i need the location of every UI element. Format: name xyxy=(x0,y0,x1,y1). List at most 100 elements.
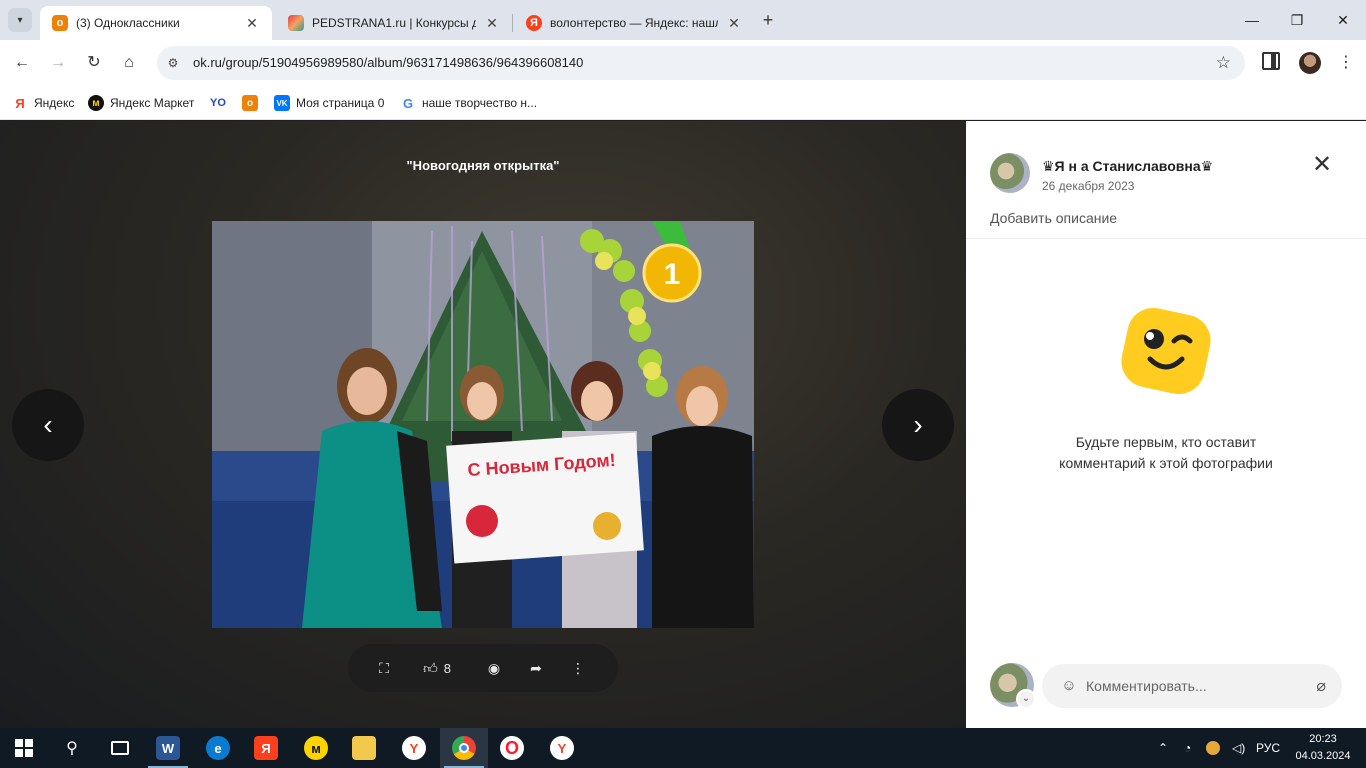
bookmark-label: Яндекс Маркет xyxy=(110,96,195,110)
bookmark-yandex[interactable]: Я Яндекс xyxy=(12,93,74,113)
reload-button[interactable]: ↻ xyxy=(82,51,106,75)
tab-title: (3) Одноклассники xyxy=(76,16,180,30)
side-panel-icon[interactable] xyxy=(1262,52,1280,70)
tray-language[interactable]: РУС xyxy=(1256,728,1280,768)
search-icon: ⚲ xyxy=(66,740,78,757)
close-icon: ✕ xyxy=(1311,151,1333,178)
taskbar-yandex-browser[interactable]: Y xyxy=(390,728,438,768)
start-button[interactable] xyxy=(0,728,48,768)
yandex-icon: Я xyxy=(254,736,278,760)
profile-avatar[interactable] xyxy=(1299,52,1321,74)
more-vertical-icon: ⋮ xyxy=(571,659,585,676)
photo[interactable]: 1 С Новым Годом! xyxy=(212,221,754,628)
taskbar-edge[interactable]: e xyxy=(194,728,242,768)
folder-icon xyxy=(352,736,376,760)
taskbar-file-explorer[interactable] xyxy=(340,728,388,768)
taskbar-word[interactable]: W xyxy=(144,728,192,768)
address-bar[interactable]: ⚙ ok.ru/group/51904956989580/album/96317… xyxy=(157,46,1245,80)
tab-pedstrana[interactable]: PEDSTRANA1.ru | Конкурсы дл ✕ xyxy=(276,6,512,40)
edge-icon: e xyxy=(206,736,230,760)
vk-icon: VK xyxy=(274,95,290,111)
restore-button[interactable]: ❐ xyxy=(1285,8,1309,32)
speaker-icon: ◁) xyxy=(1232,741,1246,755)
language-indicator: РУС xyxy=(1256,741,1281,755)
chevron-down-icon[interactable]: ⌄ xyxy=(1016,689,1036,709)
taskbar-yandex-browser-2[interactable]: Y xyxy=(538,728,586,768)
fullscreen-icon: ⛶ xyxy=(379,659,389,676)
tab-separator xyxy=(512,14,513,32)
bookmark-vk[interactable]: VK Моя страница 0 xyxy=(274,93,384,113)
taskbar-clock[interactable]: 20:23 04.03.2024 xyxy=(1288,731,1358,765)
minimize-button[interactable]: — xyxy=(1240,8,1264,32)
google-icon: G xyxy=(400,95,416,111)
more-options-button[interactable]: ⋮ xyxy=(556,644,600,692)
winking-emoji-icon xyxy=(1116,301,1216,401)
yandex-browser-icon: Y xyxy=(402,736,426,760)
windows-logo-icon xyxy=(15,739,33,757)
close-viewer-button[interactable]: ✕ xyxy=(1310,153,1334,177)
share-button[interactable]: ➦ xyxy=(516,644,556,692)
site-settings-icon[interactable]: ⚙ xyxy=(165,55,181,71)
new-tab-button[interactable]: + xyxy=(758,10,778,30)
clock-time: 20:23 xyxy=(1309,733,1337,745)
camera-button[interactable]: ◉ xyxy=(472,644,516,692)
bookmark-odnoklassniki[interactable]: о xyxy=(242,93,264,113)
browser-menu-icon[interactable]: ⋮ xyxy=(1336,53,1356,73)
home-button[interactable]: ⌂ xyxy=(117,51,141,75)
taskbar-opera[interactable]: O xyxy=(488,728,536,768)
attach-icon[interactable]: ⌀ xyxy=(1316,676,1326,696)
svg-text:1: 1 xyxy=(664,258,681,291)
taskbar-yandex-market[interactable]: м xyxy=(292,728,340,768)
yandex-icon: Я xyxy=(526,15,542,31)
odnoklassniki-icon: о xyxy=(52,15,68,31)
odnoklassniki-icon: о xyxy=(242,95,258,111)
bookmark-yoomoney[interactable]: YO xyxy=(210,93,232,113)
taskbar-chrome[interactable] xyxy=(440,728,488,768)
url-text[interactable]: ok.ru/group/51904956989580/album/9631714… xyxy=(193,55,583,70)
author-avatar[interactable] xyxy=(990,153,1030,193)
tray-network[interactable]: ◔ xyxy=(1184,728,1191,768)
photo-date: 26 декабря 2023 xyxy=(1042,179,1135,193)
close-icon[interactable]: ✕ xyxy=(244,15,260,31)
add-description-link[interactable]: Добавить описание xyxy=(990,210,1117,226)
share-icon: ➦ xyxy=(530,659,542,676)
close-icon[interactable]: ✕ xyxy=(484,15,500,31)
divider xyxy=(966,238,1366,239)
back-button[interactable]: ← xyxy=(10,51,34,75)
bookmark-google[interactable]: G наше творчество н... xyxy=(400,93,537,113)
no-comments-line: комментарий к этой фотографии xyxy=(1059,455,1273,471)
windows-taskbar: ⚲ W e Я м Y O Y ⌃ ◔ ◁) РУС 20:23 04.03.2… xyxy=(0,728,1366,768)
no-comments-line: Будьте первым, кто оставит xyxy=(1075,434,1257,450)
photo-action-bar: ⛶ 👍︎ 8 ◉ ➦ ⋮ xyxy=(348,644,618,692)
next-photo-button[interactable]: › xyxy=(882,389,954,461)
app-tray-icon xyxy=(1206,741,1220,755)
tab-odnoklassniki[interactable]: о (3) Одноклассники ✕ xyxy=(40,6,272,40)
tray-volume[interactable]: ◁) xyxy=(1232,728,1245,768)
smiley-icon[interactable]: ☺ xyxy=(1060,677,1078,695)
forward-button[interactable]: → xyxy=(46,51,70,75)
yoomoney-icon: YO xyxy=(210,95,226,111)
tray-app[interactable] xyxy=(1206,728,1220,768)
author-name[interactable]: ♛Я н а Станиславовна♛ xyxy=(1042,158,1213,175)
window-close-button[interactable]: ✕ xyxy=(1331,8,1355,32)
tray-chevron[interactable]: ⌃ xyxy=(1158,728,1168,768)
tab-yandex-search[interactable]: Я волонтерство — Яндекс: нашл ✕ xyxy=(514,6,754,40)
comment-input[interactable]: ☺ Комментировать... ⌀ xyxy=(1042,664,1342,708)
tab-search-button[interactable]: ▾ xyxy=(8,8,32,32)
search-button[interactable]: ⚲ xyxy=(48,728,96,768)
like-button[interactable]: 👍︎ 8 xyxy=(402,644,472,692)
comment-placeholder[interactable]: Комментировать... xyxy=(1086,678,1207,694)
tab-title: PEDSTRANA1.ru | Конкурсы дл xyxy=(312,16,476,30)
bookmark-yandex-market[interactable]: м Яндекс Маркет xyxy=(88,93,194,113)
tab-strip: ▾ о (3) Одноклассники ✕ PEDSTRANA1.ru | … xyxy=(0,0,1366,40)
previous-photo-button[interactable]: ‹ xyxy=(12,389,84,461)
bookmark-label: Яндекс xyxy=(34,96,75,110)
close-icon[interactable]: ✕ xyxy=(726,15,742,31)
bookmark-label: Моя страница 0 xyxy=(296,96,385,110)
bookmark-star-icon[interactable]: ☆ xyxy=(1216,53,1231,73)
wifi-icon: ◔ xyxy=(1184,741,1192,755)
photo-viewer: "Новогодняя открытка" 1 С Новым Годом! ‹… xyxy=(0,121,966,728)
taskbar-yandex[interactable]: Я xyxy=(242,728,290,768)
fullscreen-button[interactable]: ⛶ xyxy=(366,644,402,692)
task-view-button[interactable] xyxy=(96,728,144,768)
